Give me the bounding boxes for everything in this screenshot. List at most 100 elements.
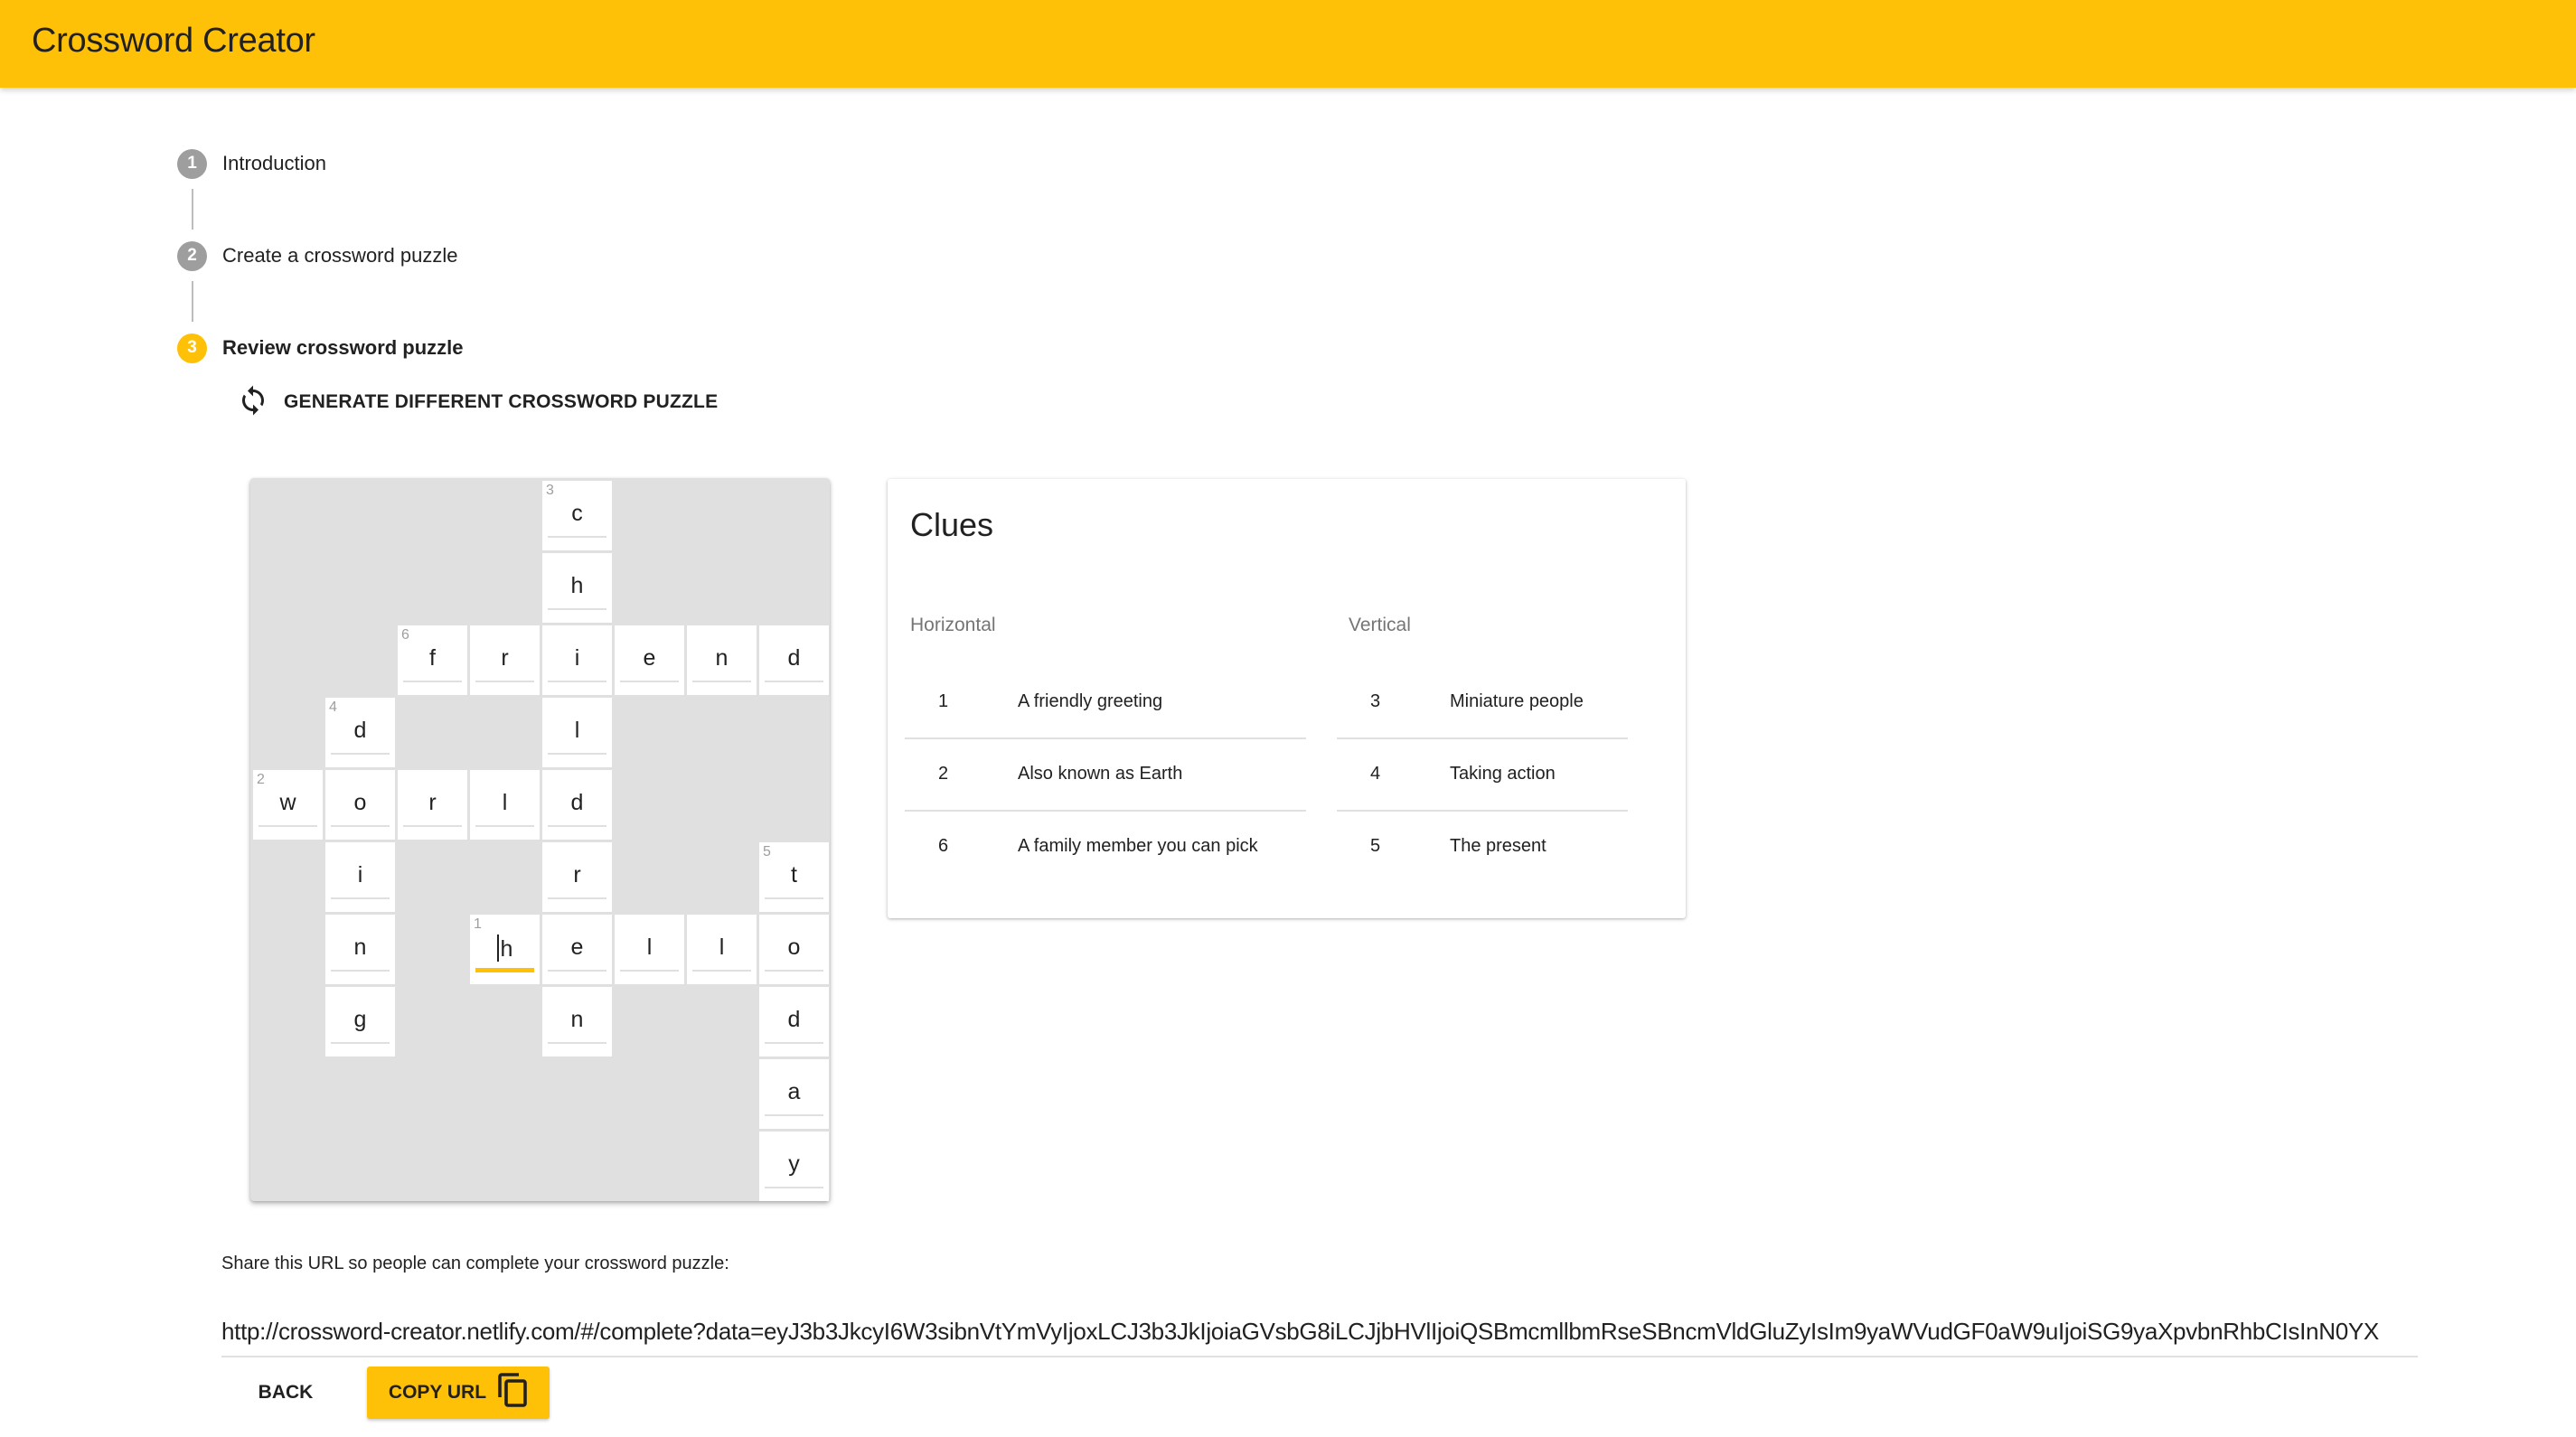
cell-letter: l xyxy=(646,935,653,960)
cell-letter: l xyxy=(719,935,725,960)
cell-letter-input[interactable]: o xyxy=(325,790,395,816)
crossword-cell[interactable]: a xyxy=(759,1059,829,1129)
cell-underline xyxy=(548,608,606,610)
clue-number: 5 xyxy=(1370,836,1381,856)
crossword-cell[interactable]: r xyxy=(470,625,540,695)
cell-underline xyxy=(548,681,606,682)
cell-letter: g xyxy=(353,1007,367,1032)
crossword-cell[interactable]: g xyxy=(325,987,395,1057)
cell-letter-input[interactable]: w xyxy=(253,790,323,816)
crossword-cell[interactable]: 6f xyxy=(398,625,467,695)
cell-letter-input[interactable]: e xyxy=(542,935,612,961)
crossword-cell[interactable]: 1h xyxy=(470,915,540,984)
cell-clue-number: 4 xyxy=(329,700,337,715)
cell-letter-input[interactable]: d xyxy=(542,790,612,816)
cell-underline xyxy=(259,825,317,827)
cell-underline xyxy=(548,1042,606,1044)
crossword-cell[interactable]: n xyxy=(542,987,612,1057)
crossword-cell[interactable]: l xyxy=(470,770,540,840)
cell-letter-input[interactable]: d xyxy=(759,645,829,672)
cell-letter: n xyxy=(715,645,729,671)
crossword-cell[interactable]: o xyxy=(759,915,829,984)
step-introduction[interactable]: 1 Introduction xyxy=(177,148,326,179)
cell-letter-input[interactable]: r xyxy=(398,790,467,816)
cell-letter-input[interactable]: d xyxy=(759,1007,829,1033)
cell-letter-input[interactable]: l xyxy=(542,718,612,744)
horizontal-heading: Horizontal xyxy=(910,615,996,635)
crossword-cell[interactable]: l xyxy=(542,698,612,767)
clue-row[interactable]: 1 A friendly greeting xyxy=(905,667,1306,739)
crossword-cell[interactable]: r xyxy=(398,770,467,840)
copy-url-button[interactable]: COPY URL xyxy=(367,1367,550,1419)
cell-underline xyxy=(620,970,679,972)
crossword-cell[interactable]: y xyxy=(759,1132,829,1201)
clue-text: The present xyxy=(1450,836,1547,856)
cell-letter-input[interactable]: y xyxy=(759,1151,829,1178)
crossword-cell[interactable]: 3c xyxy=(542,481,612,550)
cell-underline xyxy=(548,536,606,538)
cell-letter-input[interactable]: c xyxy=(542,501,612,527)
clue-row[interactable]: 5 The present xyxy=(1337,812,1628,884)
cell-letter-input[interactable]: a xyxy=(759,1079,829,1105)
step-label: Introduction xyxy=(222,152,326,174)
crossword-cell[interactable]: e xyxy=(542,915,612,984)
text-caret xyxy=(496,935,499,962)
cell-letter: a xyxy=(787,1079,801,1104)
cell-letter: d xyxy=(570,790,584,815)
cell-letter-input[interactable]: i xyxy=(325,862,395,888)
step-number-badge: 2 xyxy=(177,240,207,271)
cell-letter-input[interactable]: n xyxy=(542,1007,612,1033)
cell-letter-input[interactable]: r xyxy=(470,645,540,672)
share-url-label: Share this URL so people can complete yo… xyxy=(221,1254,729,1273)
crossword-cell[interactable]: n xyxy=(687,625,757,695)
step-create-puzzle[interactable]: 2 Create a crossword puzzle xyxy=(177,240,457,271)
step-connector xyxy=(192,281,193,322)
cell-letter-input[interactable]: e xyxy=(615,645,684,672)
crossword-cell[interactable]: h xyxy=(542,553,612,623)
crossword-cell[interactable]: l xyxy=(615,915,684,984)
cell-letter-input[interactable]: g xyxy=(325,1007,395,1033)
crossword-cell[interactable]: d xyxy=(759,625,829,695)
cell-letter-input[interactable]: n xyxy=(687,645,757,672)
crossword-cell[interactable]: o xyxy=(325,770,395,840)
cell-letter-input[interactable]: f xyxy=(398,645,467,672)
clue-row[interactable]: 4 Taking action xyxy=(1337,739,1628,812)
crossword-cell[interactable]: i xyxy=(542,625,612,695)
crossword-cell[interactable]: r xyxy=(542,842,612,912)
cell-letter-input[interactable]: l xyxy=(470,790,540,816)
cell-letter-input[interactable]: d xyxy=(325,718,395,744)
cell-letter-input[interactable]: n xyxy=(325,935,395,961)
crossword-cell[interactable]: 5t xyxy=(759,842,829,912)
crossword-cell[interactable]: 2w xyxy=(253,770,323,840)
cell-letter-input[interactable]: o xyxy=(759,935,829,961)
clue-row[interactable]: 3 Miniature people xyxy=(1337,667,1628,739)
cell-letter: r xyxy=(573,862,581,888)
step-review-puzzle[interactable]: 3 Review crossword puzzle xyxy=(177,333,464,363)
crossword-cell[interactable]: d xyxy=(542,770,612,840)
cell-letter: e xyxy=(643,645,656,671)
clue-row[interactable]: 6 A family member you can pick xyxy=(905,812,1306,884)
cell-letter-input[interactable]: h xyxy=(470,935,540,963)
crossword-cell[interactable]: l xyxy=(687,915,757,984)
cell-letter-input[interactable]: h xyxy=(542,573,612,599)
generate-different-puzzle-button[interactable]: GENERATE DIFFERENT CROSSWORD PUZZLE xyxy=(237,383,718,421)
crossword-cell[interactable]: 4d xyxy=(325,698,395,767)
share-url-field[interactable]: http://crossword-creator.netlify.com/#/c… xyxy=(221,1318,2418,1357)
clue-text: A family member you can pick xyxy=(1018,836,1258,856)
cell-letter-input[interactable]: l xyxy=(615,935,684,961)
back-button[interactable]: BACK xyxy=(244,1367,327,1419)
cell-letter: w xyxy=(279,790,296,815)
cell-underline xyxy=(765,897,823,899)
cell-letter-input[interactable]: r xyxy=(542,862,612,888)
crossword-cell[interactable]: d xyxy=(759,987,829,1057)
cell-letter: d xyxy=(787,1007,801,1032)
cell-letter: y xyxy=(788,1151,800,1177)
crossword-cell[interactable]: e xyxy=(615,625,684,695)
crossword-cell[interactable]: n xyxy=(325,915,395,984)
clue-row[interactable]: 2 Also known as Earth xyxy=(905,739,1306,812)
crossword-cell[interactable]: i xyxy=(325,842,395,912)
cell-letter-input[interactable]: t xyxy=(759,862,829,888)
cell-letter-input[interactable]: i xyxy=(542,645,612,672)
cell-letter-input[interactable]: l xyxy=(687,935,757,961)
step-label: Review crossword puzzle xyxy=(222,336,464,359)
